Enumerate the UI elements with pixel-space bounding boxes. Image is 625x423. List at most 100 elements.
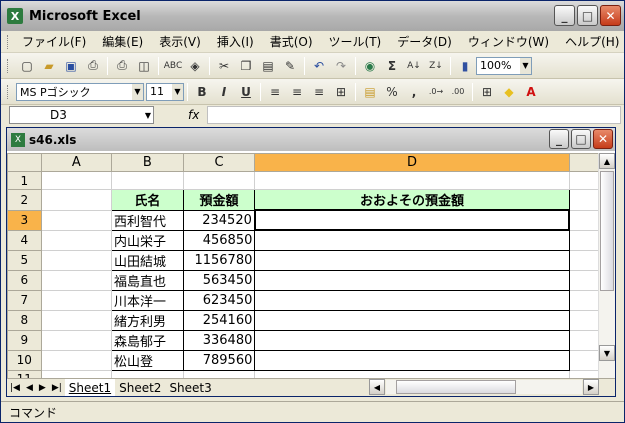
amount-cell[interactable]: 563450 [182, 269, 256, 291]
currency-icon[interactable]: ▤ [360, 82, 380, 102]
align-center-icon[interactable]: ≡ [287, 82, 307, 102]
amount-cell[interactable]: 789560 [182, 349, 256, 371]
copy-icon[interactable]: ❐ [236, 56, 256, 76]
bold-button[interactable]: B [192, 82, 212, 102]
font-size-select[interactable]: 11 ▼ [146, 82, 184, 101]
save-icon[interactable]: ▣ [61, 56, 81, 76]
col-header-c[interactable]: C [182, 153, 256, 172]
cell[interactable] [568, 171, 599, 190]
menu-file[interactable]: ファイル(F) [14, 33, 94, 50]
name-cell[interactable]: 森島郁子 [111, 329, 184, 351]
close-button[interactable]: ✕ [600, 5, 621, 26]
header-name[interactable]: 氏名 [111, 189, 184, 211]
menu-format[interactable]: 書式(O) [262, 33, 321, 50]
workbook-minimize-button[interactable]: _ [549, 129, 569, 149]
borders-icon[interactable]: ⊞ [477, 82, 497, 102]
permission-icon[interactable]: ⎙ [83, 56, 103, 76]
cell[interactable] [40, 309, 113, 331]
name-box[interactable]: D3 ▼ [9, 106, 154, 124]
new-icon[interactable]: ▢ [17, 56, 37, 76]
underline-button[interactable]: U [236, 82, 256, 102]
approx-cell[interactable] [254, 249, 570, 271]
undo-icon[interactable]: ↶ [309, 56, 329, 76]
name-cell[interactable]: 内山栄子 [111, 229, 184, 251]
col-header-a[interactable]: A [40, 153, 113, 172]
print-preview-icon[interactable]: ◫ [134, 56, 154, 76]
row-header[interactable]: 2 [7, 189, 42, 211]
scroll-right-icon[interactable]: ▶ [583, 379, 599, 395]
name-cell[interactable]: 山田結城 [111, 249, 184, 271]
cell[interactable] [40, 289, 113, 311]
decrease-decimal-icon[interactable]: .00 [448, 82, 468, 102]
select-all-corner[interactable] [7, 153, 42, 172]
autosum-icon[interactable]: Σ [382, 56, 402, 76]
header-approx-amount[interactable]: おおよその預金額 [254, 189, 570, 211]
cut-icon[interactable]: ✂ [214, 56, 234, 76]
row-header[interactable]: 7 [7, 289, 42, 311]
sort-ascending-icon[interactable]: A↓ [404, 56, 424, 76]
amount-cell[interactable]: 456850 [182, 229, 256, 251]
vertical-scrollbar[interactable]: ▲ ▼ [598, 153, 615, 379]
align-left-icon[interactable]: ≡ [265, 82, 285, 102]
name-cell[interactable]: 福島直也 [111, 269, 184, 291]
percent-button[interactable]: % [382, 82, 402, 102]
row-header[interactable]: 4 [7, 229, 42, 251]
cell[interactable] [568, 329, 599, 351]
row-header[interactable]: 8 [7, 309, 42, 331]
col-header-extra[interactable] [568, 153, 599, 172]
active-cell-d3[interactable] [253, 209, 571, 231]
next-sheet-icon[interactable]: ▶ [39, 383, 46, 393]
menu-data[interactable]: データ(D) [389, 33, 460, 50]
print-icon[interactable]: ⎙ [112, 56, 132, 76]
scroll-up-icon[interactable]: ▲ [599, 153, 615, 169]
maximize-button[interactable]: □ [577, 5, 598, 26]
menu-help[interactable]: ヘルプ(H) [557, 33, 625, 50]
open-icon[interactable]: ▰ [39, 56, 59, 76]
vertical-scroll-thumb[interactable] [600, 171, 614, 291]
cell[interactable] [568, 249, 599, 271]
first-sheet-icon[interactable]: |◀ [10, 383, 20, 393]
name-cell[interactable]: 西利智代 [111, 209, 184, 231]
menu-edit[interactable]: 編集(E) [94, 33, 151, 50]
zoom-select[interactable]: 100% ▼ [476, 56, 532, 75]
cell[interactable] [40, 189, 113, 211]
row-header[interactable]: 6 [7, 269, 42, 291]
cell[interactable] [40, 269, 113, 291]
italic-button[interactable]: I [214, 82, 234, 102]
row-header[interactable]: 5 [7, 249, 42, 271]
approx-cell[interactable] [254, 329, 570, 351]
cell[interactable] [40, 249, 113, 271]
hyperlink-icon[interactable]: ◉ [360, 56, 380, 76]
redo-icon[interactable]: ↷ [331, 56, 351, 76]
cell[interactable] [40, 349, 113, 371]
approx-cell[interactable] [254, 309, 570, 331]
menu-view[interactable]: 表示(V) [151, 33, 209, 50]
cell[interactable] [568, 309, 599, 331]
research-icon[interactable]: ◈ [185, 56, 205, 76]
cell[interactable] [111, 171, 184, 190]
workbook-maximize-button[interactable]: □ [571, 129, 591, 149]
cell[interactable] [568, 209, 599, 231]
sheet-tab-3[interactable]: Sheet3 [165, 379, 215, 396]
amount-cell[interactable]: 254160 [182, 309, 256, 331]
cell[interactable] [568, 289, 599, 311]
scroll-down-icon[interactable]: ▼ [599, 345, 615, 361]
chart-wizard-icon[interactable]: ▮ [455, 56, 475, 76]
approx-cell[interactable] [254, 229, 570, 251]
name-cell[interactable]: 松山登 [111, 349, 184, 371]
merge-center-icon[interactable]: ⊞ [331, 82, 351, 102]
horizontal-scrollbar[interactable]: ◀ ▶ [369, 379, 599, 395]
row-header[interactable]: 10 [7, 349, 42, 371]
menu-insert[interactable]: 挿入(I) [209, 33, 262, 50]
workbook-close-button[interactable]: ✕ [593, 129, 613, 149]
align-right-icon[interactable]: ≡ [309, 82, 329, 102]
minimize-button[interactable]: _ [554, 5, 575, 26]
cell[interactable] [40, 329, 113, 351]
last-sheet-icon[interactable]: ▶| [52, 383, 62, 393]
comma-button[interactable]: , [404, 82, 424, 102]
sheet-tab-1[interactable]: Sheet1 [64, 379, 116, 396]
cell[interactable] [40, 171, 113, 190]
sheet-tab-2[interactable]: Sheet2 [115, 379, 165, 396]
menu-window[interactable]: ウィンドウ(W) [460, 33, 557, 50]
amount-cell[interactable]: 234520 [182, 209, 256, 231]
